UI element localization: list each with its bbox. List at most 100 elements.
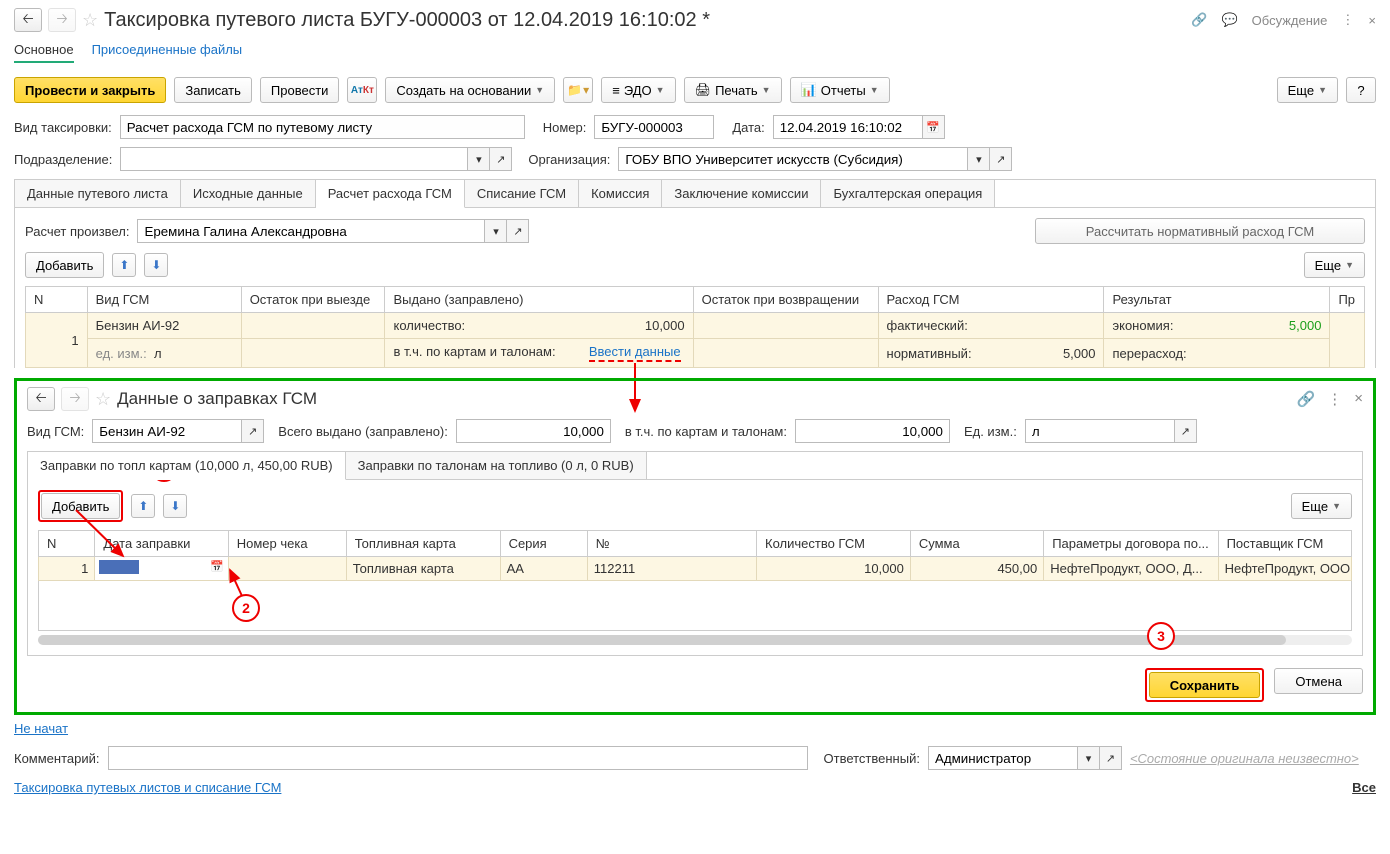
close-icon[interactable]: × bbox=[1368, 13, 1376, 28]
modal-cards-input[interactable] bbox=[795, 419, 950, 443]
dt-kt-icon[interactable]: АтКт bbox=[347, 77, 377, 103]
col2-sum: Сумма bbox=[910, 531, 1043, 557]
save-button[interactable]: Сохранить bbox=[1149, 672, 1261, 698]
tab-commission[interactable]: Комиссия bbox=[579, 180, 662, 208]
move-down-button[interactable]: ⬇ bbox=[144, 253, 168, 277]
responsible-input[interactable] bbox=[928, 746, 1078, 770]
modal-unit-label: Ед. изм.: bbox=[964, 424, 1017, 439]
org-label: Организация: bbox=[528, 152, 610, 167]
table-row[interactable]: ед. изм.: л в т.ч. по картам и талонам:В… bbox=[26, 339, 1365, 368]
open-icon[interactable]: ↗ bbox=[507, 219, 529, 243]
col2-date: Дата заправки bbox=[95, 531, 228, 557]
dropdown-icon[interactable]: ▾ bbox=[968, 147, 990, 171]
move-up-button[interactable]: ⬆ bbox=[131, 494, 155, 518]
table-row[interactable]: 1 Бензин АИ-92 количество:10,000 фактиче… bbox=[26, 313, 1365, 339]
more-menu-icon[interactable]: ⋮ bbox=[1341, 12, 1354, 28]
help-button[interactable]: ? bbox=[1346, 77, 1376, 103]
link-icon[interactable]: 🔗 bbox=[1191, 12, 1207, 28]
col2-num: № bbox=[587, 531, 756, 557]
nav-forward-button[interactable]: 🡢 bbox=[48, 8, 76, 32]
discuss-icon[interactable]: 💬 bbox=[1221, 12, 1237, 28]
calc-by-label: Расчет произвел: bbox=[25, 224, 129, 239]
modal-close-icon[interactable]: × bbox=[1354, 390, 1363, 408]
open-icon[interactable]: ↗ bbox=[490, 147, 512, 171]
table-row[interactable]: 1 📅 Топливная карта АА 112211 10,000 450… bbox=[39, 557, 1352, 581]
edo-icon: ≡ bbox=[612, 83, 620, 98]
modal-more-button[interactable]: Еще▼ bbox=[1291, 493, 1352, 519]
modal-unit-input[interactable] bbox=[1025, 419, 1175, 443]
nav-back-button[interactable]: 🡠 bbox=[14, 8, 42, 32]
modal-total-label: Всего выдано (заправлено): bbox=[278, 424, 448, 439]
modal-type-input[interactable] bbox=[92, 419, 242, 443]
modal-star-icon[interactable]: ☆ bbox=[95, 389, 111, 410]
not-started-link[interactable]: Не начат bbox=[14, 721, 68, 736]
date-cell[interactable]: 📅 bbox=[95, 557, 228, 581]
calendar-icon[interactable]: 📅 bbox=[923, 115, 945, 139]
refuel-modal: 🡠 🡢 ☆ Данные о заправках ГСМ 🔗 ⋮ × Вид Г… bbox=[14, 378, 1376, 715]
modal-title: Данные о заправках ГСМ bbox=[117, 389, 317, 409]
folder-icon[interactable]: 📁▾ bbox=[563, 77, 593, 103]
table-more-button[interactable]: Еще▼ bbox=[1304, 252, 1365, 278]
dept-label: Подразделение: bbox=[14, 152, 112, 167]
open-icon[interactable]: ↗ bbox=[1100, 746, 1122, 770]
fuel-calc-table: N Вид ГСМ Остаток при выезде Выдано (зап… bbox=[25, 286, 1365, 368]
col-issued: Выдано (заправлено) bbox=[385, 287, 693, 313]
add-row-button[interactable]: Добавить bbox=[25, 252, 104, 278]
post-button[interactable]: Провести bbox=[260, 77, 340, 103]
modal-link-icon[interactable]: 🔗 bbox=[1297, 390, 1316, 408]
org-input[interactable] bbox=[618, 147, 968, 171]
modal-tab-cards[interactable]: Заправки по топл картам (10,000 л, 450,0… bbox=[28, 452, 346, 480]
modal-cards-label: в т.ч. по картам и талонам: bbox=[625, 424, 787, 439]
open-icon[interactable]: ↗ bbox=[242, 419, 264, 443]
calc-by-input[interactable] bbox=[137, 219, 485, 243]
open-icon[interactable]: ↗ bbox=[990, 147, 1012, 171]
comment-input[interactable] bbox=[108, 746, 808, 770]
tab-waybill-data[interactable]: Данные путевого листа bbox=[15, 180, 181, 208]
page-title: Таксировка путевого листа БУГУ-000003 от… bbox=[104, 9, 710, 32]
original-state-link[interactable]: <Состояние оригинала неизвестно> bbox=[1130, 751, 1359, 766]
move-down-button[interactable]: ⬇ bbox=[163, 494, 187, 518]
dept-input[interactable] bbox=[120, 147, 468, 171]
discuss-label[interactable]: Обсуждение bbox=[1252, 13, 1328, 28]
more-button[interactable]: Еще▼ bbox=[1277, 77, 1338, 103]
calendar-icon[interactable]: 📅 bbox=[210, 560, 224, 573]
print-button[interactable]: 🖨 Печать▼ bbox=[684, 77, 782, 103]
favorite-star-icon[interactable]: ☆ bbox=[82, 10, 98, 31]
col-res: Результат bbox=[1104, 287, 1330, 313]
modal-type-label: Вид ГСМ: bbox=[27, 424, 84, 439]
modal-forward-button[interactable]: 🡢 bbox=[61, 387, 89, 411]
nav-tab-files[interactable]: Присоединенные файлы bbox=[92, 42, 243, 63]
modal-tab-coupons[interactable]: Заправки по талонам на топливо (0 л, 0 R… bbox=[346, 452, 647, 480]
dropdown-icon[interactable]: ▾ bbox=[468, 147, 490, 171]
tab-fuel-calc[interactable]: Расчет расхода ГСМ bbox=[316, 180, 465, 208]
dropdown-icon[interactable]: ▾ bbox=[485, 219, 507, 243]
type-input[interactable] bbox=[120, 115, 525, 139]
calc-normative-button[interactable]: Рассчитать нормативный расход ГСМ bbox=[1035, 218, 1365, 244]
post-and-close-button[interactable]: Провести и закрыть bbox=[14, 77, 166, 103]
reports-button[interactable]: 📊 Отчеты▼ bbox=[790, 77, 890, 103]
enter-data-link[interactable]: Ввести данные bbox=[589, 344, 681, 362]
dropdown-icon[interactable]: ▾ bbox=[1078, 746, 1100, 770]
col2-qty: Количество ГСМ bbox=[757, 531, 911, 557]
cancel-button[interactable]: Отмена bbox=[1274, 668, 1363, 694]
nav-tab-main[interactable]: Основное bbox=[14, 42, 74, 63]
col-cons: Расход ГСМ bbox=[878, 287, 1104, 313]
write-button[interactable]: Записать bbox=[174, 77, 252, 103]
modal-menu-icon[interactable]: ⋮ bbox=[1327, 390, 1342, 408]
date-input[interactable] bbox=[773, 115, 923, 139]
move-up-button[interactable]: ⬆ bbox=[112, 253, 136, 277]
tab-fuel-writeoff[interactable]: Списание ГСМ bbox=[465, 180, 579, 208]
col-out: Остаток при выезде bbox=[241, 287, 385, 313]
edo-button[interactable]: ≡ ЭДО▼ bbox=[601, 77, 675, 103]
modal-back-button[interactable]: 🡠 bbox=[27, 387, 55, 411]
open-icon[interactable]: ↗ bbox=[1175, 419, 1197, 443]
create-based-button[interactable]: Создать на основании▼ bbox=[385, 77, 555, 103]
modal-add-button[interactable]: Добавить bbox=[41, 493, 120, 519]
tab-conclusion[interactable]: Заключение комиссии bbox=[662, 180, 821, 208]
tab-accounting[interactable]: Бухгалтерская операция bbox=[821, 180, 995, 208]
callout-2: 2 bbox=[232, 594, 260, 622]
modal-total-input[interactable] bbox=[456, 419, 611, 443]
tab-source-data[interactable]: Исходные данные bbox=[181, 180, 316, 208]
number-input[interactable] bbox=[594, 115, 714, 139]
bottom-nav-link[interactable]: Таксировка путевых листов и списание ГСМ bbox=[14, 780, 281, 795]
